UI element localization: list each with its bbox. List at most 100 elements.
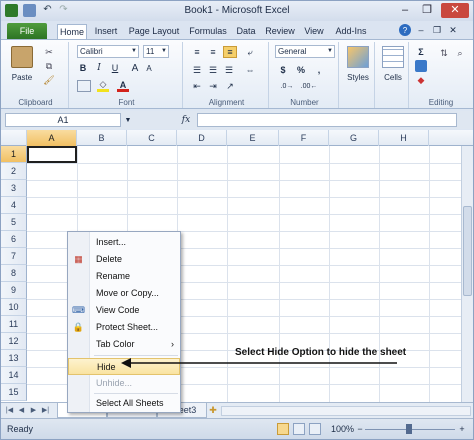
comma-button[interactable]: , [313, 64, 325, 76]
row-header[interactable]: 8 [1, 265, 27, 282]
menu-item-protect-sheet[interactable]: 🔒 Protect Sheet... [68, 319, 180, 336]
styles-button[interactable]: Styles [341, 72, 375, 83]
tab-add-ins[interactable]: Add-Ins [331, 24, 371, 39]
increase-indent-icon[interactable]: ⇥ [207, 80, 219, 92]
currency-button[interactable]: $ [277, 64, 289, 76]
row-header[interactable]: 10 [1, 299, 27, 316]
vertical-scrollbar[interactable] [461, 146, 473, 402]
last-sheet-icon[interactable]: ▶| [41, 406, 50, 416]
align-left-icon[interactable]: ☰ [191, 64, 203, 76]
font-name-combo[interactable]: Calibri ▼ [77, 45, 139, 58]
align-middle-icon[interactable]: ≡ [207, 46, 219, 58]
row-header[interactable]: 14 [1, 367, 27, 384]
orientation-icon[interactable]: ↗ [223, 80, 237, 92]
cut-icon[interactable]: ✂ [43, 46, 55, 58]
row-header[interactable]: 5 [1, 214, 27, 231]
column-header[interactable]: F [279, 130, 329, 146]
row-header[interactable]: 12 [1, 333, 27, 350]
ribbon-close-icon[interactable]: ✕ [447, 24, 459, 36]
menu-item-rename[interactable]: Rename [68, 268, 180, 285]
menu-item-tab-color[interactable]: Tab Color › [68, 336, 180, 353]
row-header[interactable]: 6 [1, 231, 27, 248]
tab-view[interactable]: View [301, 24, 327, 39]
column-header[interactable]: C [127, 130, 177, 146]
menu-item-insert[interactable]: Insert... [68, 234, 180, 251]
scrollbar-thumb[interactable] [463, 206, 472, 296]
column-header[interactable]: H [379, 130, 429, 146]
row-header[interactable]: 13 [1, 350, 27, 367]
format-painter-icon[interactable]: 🖌 [43, 74, 55, 86]
insert-function-button[interactable]: fx [179, 113, 193, 127]
active-cell[interactable] [27, 146, 77, 163]
autosum-button[interactable]: Σ [415, 46, 427, 58]
tab-page-layout[interactable]: Page Layout [125, 24, 183, 39]
decrease-decimal-icon[interactable]: .00← [301, 80, 318, 92]
ribbon-restore-icon[interactable]: ❐ [431, 24, 443, 36]
chevron-down-icon[interactable]: ▼ [123, 115, 133, 125]
bold-button[interactable]: B [77, 62, 89, 74]
italic-button[interactable]: I [93, 62, 105, 74]
tab-insert[interactable]: Insert [91, 24, 121, 39]
cells-icon[interactable] [382, 46, 404, 68]
page-break-view-icon[interactable] [309, 423, 321, 435]
decrease-indent-icon[interactable]: ⇤ [191, 80, 203, 92]
minimize-button[interactable]: – [395, 3, 415, 18]
tab-home[interactable]: Home [57, 24, 87, 39]
row-header[interactable]: 4 [1, 197, 27, 214]
tab-file[interactable]: File [7, 23, 47, 39]
font-color-button[interactable]: A [117, 80, 129, 92]
close-button[interactable]: ✕ [441, 3, 469, 18]
borders-icon[interactable] [77, 80, 91, 92]
grow-font-button[interactable]: A [129, 62, 141, 74]
copy-icon[interactable]: ⧉ [43, 60, 55, 72]
column-header[interactable]: A [27, 130, 77, 146]
paste-icon[interactable] [11, 46, 33, 68]
percent-button[interactable]: % [295, 64, 307, 76]
next-sheet-icon[interactable]: ▶ [29, 406, 38, 416]
zoom-in-button[interactable]: + [457, 423, 467, 435]
zoom-out-button[interactable]: − [355, 423, 365, 435]
fill-icon[interactable] [415, 60, 427, 72]
column-header[interactable]: E [227, 130, 279, 146]
zoom-level[interactable]: 100% [331, 424, 354, 434]
sort-filter-icon[interactable]: ⇅ [437, 46, 451, 60]
row-header[interactable]: 1 [1, 146, 27, 163]
row-header[interactable]: 11 [1, 316, 27, 333]
merge-center-icon[interactable]: ⇔ [243, 64, 257, 76]
paste-button[interactable]: Paste [7, 72, 37, 83]
tab-data[interactable]: Data [233, 24, 259, 39]
insert-sheet-icon[interactable]: ✚ [207, 404, 219, 416]
zoom-slider-handle[interactable] [406, 424, 412, 434]
formula-input[interactable] [197, 113, 457, 127]
menu-item-move-or-copy[interactable]: Move or Copy... [68, 285, 180, 302]
clear-icon[interactable]: ◆ [415, 74, 427, 86]
page-layout-view-icon[interactable] [293, 423, 305, 435]
tab-review[interactable]: Review [263, 24, 297, 39]
align-right-icon[interactable]: ☰ [223, 64, 235, 76]
cells-button[interactable]: Cells [377, 72, 409, 83]
help-icon[interactable]: ? [399, 24, 411, 36]
row-header[interactable]: 15 [1, 384, 27, 401]
align-bottom-icon[interactable]: ≡ [223, 46, 237, 58]
first-sheet-icon[interactable]: |◀ [5, 406, 14, 416]
find-select-icon[interactable]: ⌕ [453, 46, 467, 60]
wrap-text-icon[interactable]: ⤶ [243, 46, 257, 58]
normal-view-icon[interactable] [277, 423, 289, 435]
tab-formulas[interactable]: Formulas [187, 24, 229, 39]
font-size-combo[interactable]: 11 ▼ [143, 45, 169, 58]
column-header[interactable]: G [329, 130, 379, 146]
maximize-button[interactable]: ❐ [417, 3, 437, 18]
horizontal-scrollbar[interactable] [221, 406, 471, 416]
row-header[interactable]: 7 [1, 248, 27, 265]
row-header[interactable]: 2 [1, 163, 27, 180]
menu-item-delete[interactable]: ▦ Delete [68, 251, 180, 268]
styles-icon[interactable] [347, 46, 369, 68]
align-top-icon[interactable]: ≡ [191, 46, 203, 58]
menu-item-select-all-sheets[interactable]: Select All Sheets [68, 395, 180, 412]
ribbon-minimize-icon[interactable]: – [415, 24, 427, 36]
menu-item-view-code[interactable]: ⌨ View Code [68, 302, 180, 319]
name-box[interactable]: A1 [5, 113, 121, 127]
underline-button[interactable]: U [109, 62, 121, 74]
fill-color-icon[interactable]: ◇ [97, 79, 109, 92]
select-all-corner[interactable] [1, 130, 27, 146]
